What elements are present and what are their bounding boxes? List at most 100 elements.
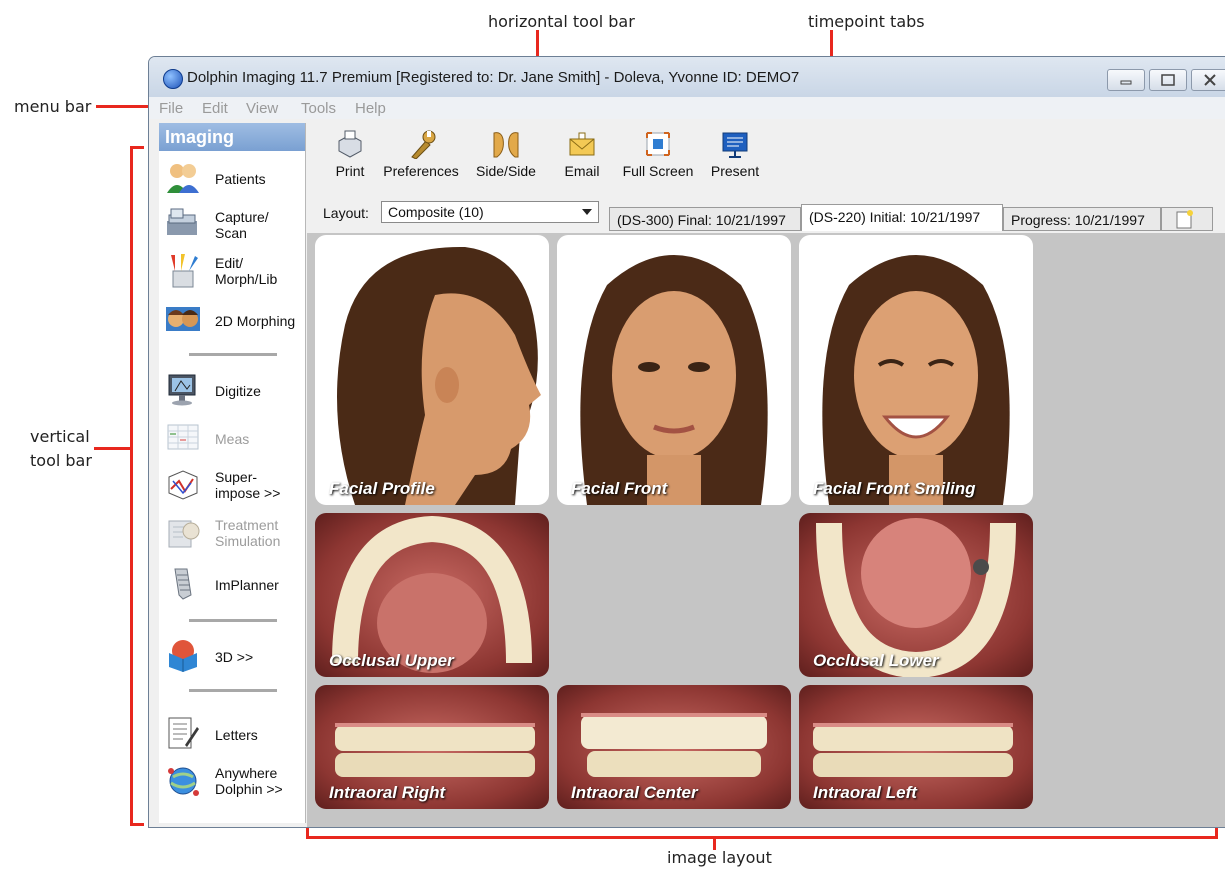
menu-help[interactable]: Help	[355, 100, 386, 117]
image-layout: Facial Profile Facial Front Facial Front…	[307, 233, 1225, 827]
sidebar-separator	[189, 353, 277, 356]
sidebar-item-label: Edit/ Morph/Lib	[215, 255, 278, 287]
sidebar-item-patients[interactable]: Patients	[159, 155, 305, 199]
image-caption: Facial Front Smiling	[813, 479, 976, 498]
sidebar-item-label: Letters	[215, 727, 258, 743]
title-bar: Dolphin Imaging 11.7 Premium [Registered…	[149, 57, 1225, 97]
sidebar-item-superimpose[interactable]: Super- impose >>	[159, 463, 305, 507]
sidebar-item-label: Anywhere Dolphin >>	[215, 765, 283, 797]
annotation-vertical: vertical	[30, 427, 90, 446]
sidebar-item-3d[interactable]: 3D >>	[159, 633, 305, 677]
image-facial-front-smiling[interactable]: Facial Front Smiling	[799, 235, 1033, 505]
callout-image-layout-bracket	[306, 836, 1218, 839]
sidebar-item-digitize[interactable]: Digitize	[159, 367, 305, 411]
present-label: Present	[710, 163, 760, 179]
close-button[interactable]	[1191, 69, 1225, 91]
callout-vertical-top	[130, 146, 144, 149]
sidebar-item-letters[interactable]: Letters	[159, 711, 305, 755]
implant-icon	[174, 568, 192, 600]
callout-vertical-bottom	[130, 823, 144, 826]
image-facial-front[interactable]: Facial Front	[557, 235, 791, 505]
tab-final[interactable]: (DS-300) Final: 10/21/1997	[609, 207, 801, 231]
globe-icon	[168, 767, 199, 796]
vertical-tool-bar: Imaging Patients Capture/ Scan Edit/ Mor…	[159, 123, 306, 823]
image-caption: Intraoral Center	[571, 783, 698, 802]
dolphin-app-icon	[163, 69, 183, 89]
chevron-down-icon	[582, 209, 592, 215]
pencils-icon	[171, 254, 198, 288]
sidebar-item-capture-scan[interactable]: Capture/ Scan	[159, 201, 305, 245]
image-caption: Occlusal Lower	[813, 651, 939, 670]
full-screen-button[interactable]: Full Screen	[619, 127, 697, 187]
menu-file[interactable]: File	[159, 100, 183, 117]
sidebar-item-label: Treatment Simulation	[215, 517, 281, 549]
sidebar-item-edit-morph[interactable]: Edit/ Morph/Lib	[159, 249, 305, 293]
image-intraoral-center[interactable]: Intraoral Center	[557, 685, 791, 809]
image-occlusal-lower[interactable]: Occlusal Lower	[799, 513, 1033, 677]
sidebar-separator	[189, 689, 277, 692]
annotation-tool-bar: tool bar	[30, 451, 92, 470]
minimize-icon	[1120, 80, 1132, 85]
sidebar-item-label: Meas	[215, 431, 250, 447]
letters-icon	[168, 717, 199, 749]
print-label: Print	[335, 163, 365, 179]
annotation-horizontal-tool-bar: horizontal tool bar	[488, 12, 635, 31]
present-icon	[722, 132, 748, 158]
tab-initial[interactable]: (DS-220) Initial: 10/21/1997	[801, 204, 1003, 231]
annotation-image-layout: image layout	[667, 848, 772, 867]
sidebar-item-treatment-simulation[interactable]: Treatment Simulation	[159, 511, 305, 555]
full-screen-icon	[646, 132, 670, 156]
sidebar-item-anywhere-dolphin[interactable]: Anywhere Dolphin >>	[159, 759, 305, 803]
email-label: Email	[564, 163, 600, 179]
new-document-icon	[1176, 210, 1193, 229]
close-icon	[1204, 74, 1216, 86]
layout-selected-value: Composite (10)	[388, 204, 484, 220]
sidebar-item-meas[interactable]: Meas	[159, 415, 305, 459]
side-by-side-icon	[493, 132, 519, 158]
image-caption: Occlusal Upper	[329, 651, 454, 670]
layout-dropdown[interactable]: Composite (10)	[381, 201, 599, 223]
callout-image-layout-stem	[713, 836, 716, 850]
sidebar-item-implanner[interactable]: ImPlanner	[159, 561, 305, 605]
image-intraoral-left[interactable]: Intraoral Left	[799, 685, 1033, 809]
menu-view[interactable]: View	[246, 100, 278, 117]
sidebar-item-2d-morphing[interactable]: 2D Morphing	[159, 297, 305, 341]
callout-vertical-bracket	[130, 146, 133, 826]
annotation-menu-bar: menu bar	[14, 97, 92, 116]
image-occlusal-upper[interactable]: Occlusal Upper	[315, 513, 549, 677]
scanner-icon	[167, 208, 197, 235]
sidebar-item-label: Capture/ Scan	[215, 209, 269, 241]
sidebar-item-label: 2D Morphing	[215, 313, 296, 329]
sidebar-item-label: ImPlanner	[215, 577, 279, 593]
image-intraoral-right[interactable]: Intraoral Right	[315, 685, 549, 809]
minimize-button[interactable]	[1107, 69, 1145, 91]
callout-menu-bar-line	[96, 105, 152, 108]
treatment-icon	[168, 520, 200, 548]
present-button[interactable]: Present	[707, 127, 763, 187]
window-title: Dolphin Imaging 11.7 Premium [Registered…	[187, 69, 800, 86]
sidebar-item-label: Patients	[215, 171, 266, 187]
email-icon	[569, 132, 595, 156]
image-caption: Intraoral Left	[813, 783, 917, 802]
preferences-button[interactable]: Preferences	[379, 127, 463, 187]
menu-edit[interactable]: Edit	[202, 100, 228, 117]
sidebar-item-label: 3D >>	[215, 649, 254, 665]
sidebar-item-label: Digitize	[215, 383, 261, 399]
annotation-timepoint-tabs: timepoint tabs	[808, 12, 925, 31]
tab-progress[interactable]: Progress: 10/21/1997	[1003, 207, 1161, 231]
email-button[interactable]: Email	[557, 127, 607, 187]
facial-front-photo	[580, 255, 768, 505]
superimpose-icon	[168, 470, 198, 500]
callout-vertical-stem	[94, 447, 130, 450]
facial-profile-photo	[337, 246, 541, 505]
image-facial-profile[interactable]: Facial Profile	[315, 235, 549, 505]
maximize-icon	[1161, 74, 1175, 86]
3d-cube-icon	[169, 640, 197, 672]
image-caption: Intraoral Right	[329, 783, 446, 802]
new-timepoint-tab[interactable]	[1161, 207, 1213, 231]
menu-tools[interactable]: Tools	[301, 100, 336, 117]
side-by-side-button[interactable]: Side/Side	[469, 127, 543, 187]
wrench-icon	[411, 130, 436, 159]
maximize-button[interactable]	[1149, 69, 1187, 91]
print-button[interactable]: Print	[327, 127, 373, 187]
